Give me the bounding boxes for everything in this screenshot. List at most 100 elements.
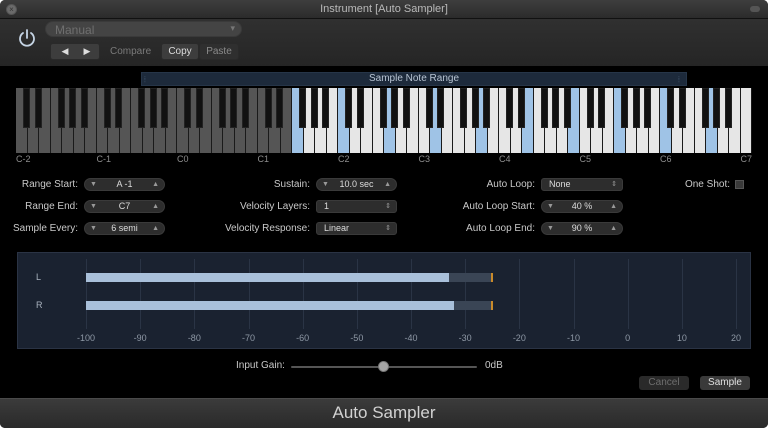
black-key[interactable]: [460, 88, 468, 128]
black-key[interactable]: [483, 88, 491, 128]
range-end-handle[interactable]: ⦙: [678, 75, 684, 84]
range-end-label: Range End:: [25, 201, 78, 212]
increment-icon[interactable]: ▲: [152, 201, 159, 212]
copy-button[interactable]: Copy: [161, 43, 199, 60]
black-key[interactable]: [138, 88, 146, 128]
input-level-meter: -100 -90 -80 -70 -60 -50 -40 -30 -20 -10 0 10 20 L R: [17, 252, 751, 349]
black-key[interactable]: [667, 88, 675, 128]
black-key[interactable]: [471, 88, 479, 128]
compare-button[interactable]: Compare: [110, 43, 151, 60]
channel-label: R: [36, 300, 43, 310]
black-key[interactable]: [345, 88, 353, 128]
increment-icon[interactable]: ▲: [152, 223, 159, 234]
increment-icon[interactable]: ▲: [610, 201, 617, 212]
octave-label: C2: [338, 154, 350, 164]
sustain-label: Sustain:: [273, 179, 310, 190]
sample-note-range-bar[interactable]: ⦙ Sample Note Range ⦙: [141, 72, 687, 86]
octave-label: C6: [660, 154, 672, 164]
black-key[interactable]: [57, 88, 65, 128]
one-shot-checkbox[interactable]: [735, 180, 744, 189]
cancel-button[interactable]: Cancel: [639, 376, 689, 390]
black-key[interactable]: [34, 88, 42, 128]
black-key[interactable]: [724, 88, 732, 128]
black-key[interactable]: [80, 88, 88, 128]
black-key[interactable]: [241, 88, 249, 128]
preset-menu[interactable]: Manual ▾: [45, 21, 242, 37]
black-key[interactable]: [161, 88, 169, 128]
window-title: Instrument [Auto Sampler]: [320, 3, 448, 15]
sustain-stepper[interactable]: ▼ 10.0 sec ▲: [316, 178, 397, 191]
auto-sampler-window: × Instrument [Auto Sampler] Manual ▾ ◀ ▶…: [0, 0, 768, 428]
black-key[interactable]: [218, 88, 226, 128]
black-key[interactable]: [713, 88, 721, 128]
black-key[interactable]: [276, 88, 284, 128]
paste-button[interactable]: Paste: [199, 43, 239, 60]
meter-scale-label: -90: [133, 333, 147, 343]
black-key[interactable]: [506, 88, 514, 128]
black-key[interactable]: [437, 88, 445, 128]
black-key[interactable]: [379, 88, 387, 128]
black-key[interactable]: [103, 88, 111, 128]
black-key[interactable]: [310, 88, 318, 128]
black-key[interactable]: [644, 88, 652, 128]
black-key[interactable]: [184, 88, 192, 128]
white-key[interactable]: [740, 88, 752, 153]
velocity-layers-select[interactable]: 1 ⇕: [316, 200, 397, 213]
black-key[interactable]: [322, 88, 330, 128]
black-key[interactable]: [195, 88, 203, 128]
range-end-stepper[interactable]: ▼ C7 ▲: [84, 200, 165, 213]
title-bar: × Instrument [Auto Sampler]: [0, 0, 768, 19]
meter-gridline: [140, 259, 142, 329]
increment-icon[interactable]: ▲: [610, 223, 617, 234]
black-key[interactable]: [621, 88, 629, 128]
meter-scale-label: -20: [512, 333, 526, 343]
previous-preset-icon[interactable]: ◀: [53, 44, 77, 59]
channel-label: L: [36, 272, 42, 282]
meter-scale-label: -10: [566, 333, 580, 343]
window-resize-icon[interactable]: [750, 6, 760, 12]
black-key[interactable]: [552, 88, 560, 128]
black-key[interactable]: [517, 88, 525, 128]
increment-icon[interactable]: ▲: [152, 179, 159, 190]
black-key[interactable]: [230, 88, 238, 128]
black-key[interactable]: [264, 88, 272, 128]
black-key[interactable]: [701, 88, 709, 128]
black-key[interactable]: [402, 88, 410, 128]
range-start-stepper[interactable]: ▼ A -1 ▲: [84, 178, 165, 191]
meter-scale-label: -30: [458, 333, 472, 343]
black-key[interactable]: [632, 88, 640, 128]
octave-label: C5: [579, 154, 592, 164]
auto-loop-select[interactable]: None ⇕: [541, 178, 623, 191]
sample-button[interactable]: Sample: [700, 376, 750, 390]
black-key[interactable]: [23, 88, 31, 128]
auto-loop-end-stepper[interactable]: ▼ 90 % ▲: [541, 222, 623, 235]
black-key[interactable]: [586, 88, 594, 128]
meter-gridline: [465, 259, 467, 329]
meter-scale-label: -70: [241, 333, 255, 343]
black-key[interactable]: [678, 88, 686, 128]
sample-every-stepper[interactable]: ▼ 6 semi ▲: [84, 222, 165, 235]
black-key[interactable]: [356, 88, 364, 128]
channel-peak-marker: [491, 273, 494, 282]
black-key[interactable]: [69, 88, 77, 128]
increment-icon[interactable]: ▲: [384, 179, 391, 190]
black-key[interactable]: [115, 88, 123, 128]
piano-keyboard[interactable]: [16, 88, 752, 153]
velocity-response-select[interactable]: Linear ⇕: [316, 222, 397, 235]
black-key[interactable]: [598, 88, 606, 128]
input-gain-knob[interactable]: [378, 361, 389, 372]
black-key[interactable]: [149, 88, 157, 128]
next-preset-icon[interactable]: ▶: [75, 44, 99, 59]
power-icon[interactable]: [16, 27, 38, 49]
auto-loop-start-stepper[interactable]: ▼ 40 % ▲: [541, 200, 623, 213]
one-shot-label: One Shot:: [684, 179, 730, 190]
channel-peak-marker: [491, 301, 494, 310]
black-key[interactable]: [299, 88, 307, 128]
black-key[interactable]: [391, 88, 399, 128]
channel-level-bar: [86, 273, 449, 282]
black-key[interactable]: [540, 88, 548, 128]
black-key[interactable]: [425, 88, 433, 128]
chevron-down-icon: ▾: [230, 23, 235, 33]
black-key[interactable]: [563, 88, 571, 128]
octave-label: C0: [177, 154, 189, 164]
